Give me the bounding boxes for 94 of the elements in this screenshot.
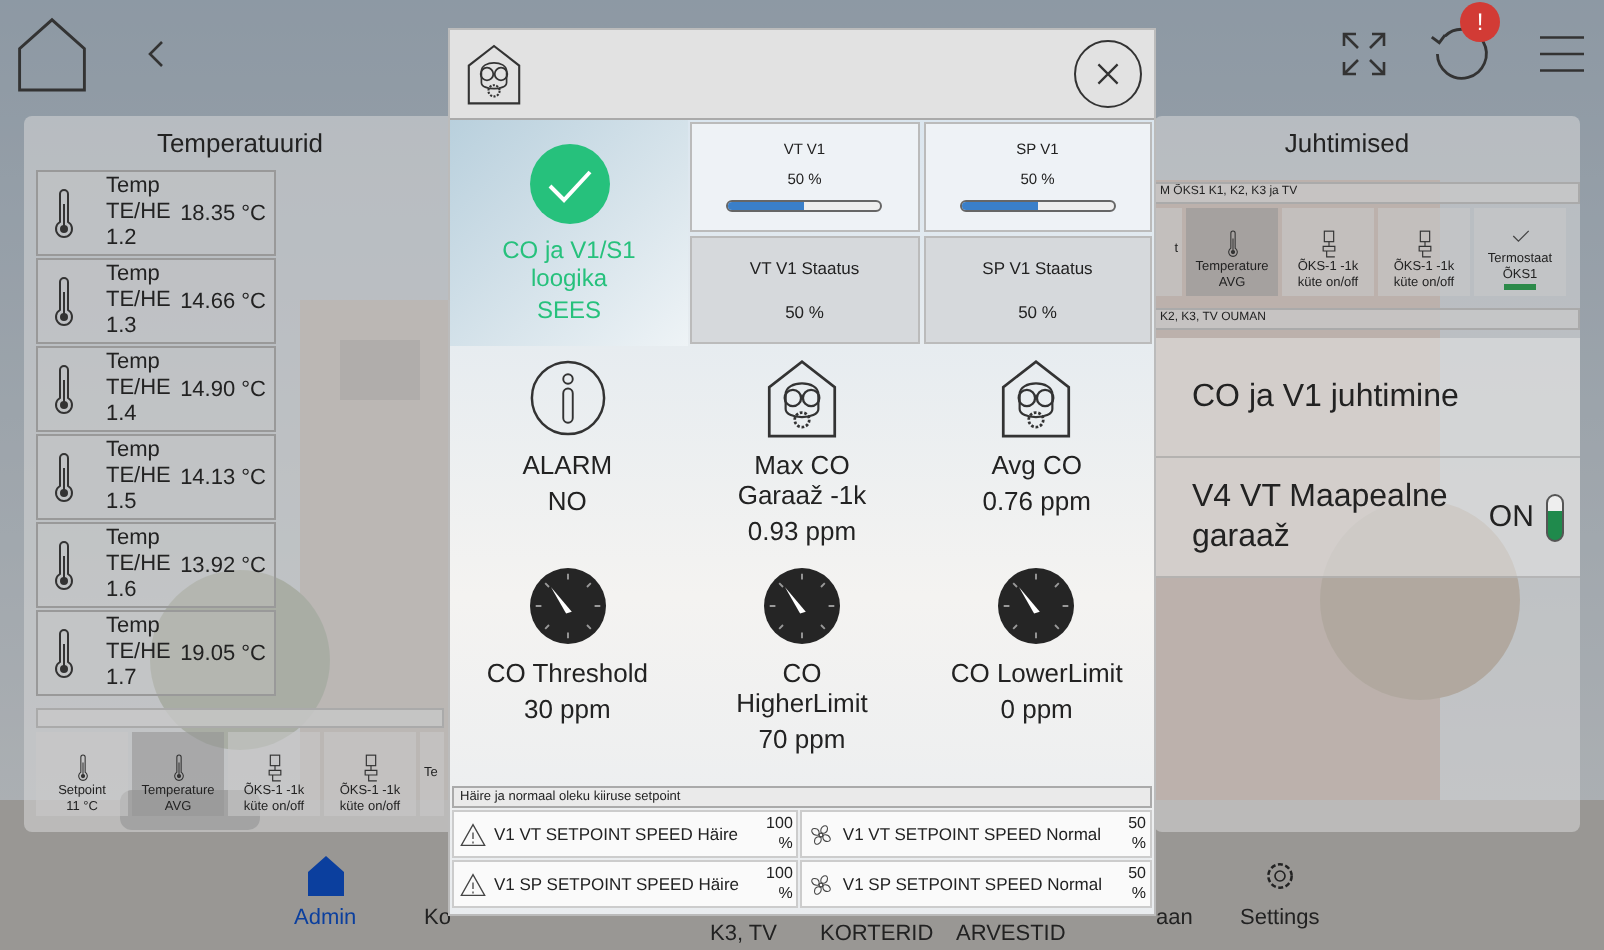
fan-icon [808,871,835,897]
speed-setting[interactable]: V1 SP SETPOINT SPEED Normal 50 % [800,860,1152,908]
sensor-tile[interactable]: Temp TE/HE 1.2 18.35 °C [36,170,276,256]
thermometer-icon [54,275,74,327]
sensor-tile[interactable]: Temp TE/HE 1.3 14.66 °C [36,258,276,344]
sensor-value: 18.35 °C [180,201,266,225]
reading-label: CO Threshold [484,658,650,688]
speed-label: V1 VT SETPOINT SPEED Normal [842,824,1102,844]
sensor-tile[interactable]: Temp TE/HE 1.7 19.05 °C [36,610,276,696]
valve-icon [1319,230,1337,258]
home-icon[interactable] [16,14,88,94]
speed-setting[interactable]: V1 SP SETPOINT SPEED Häire 100 % [452,860,799,908]
valve-icon [265,754,283,783]
slider[interactable] [726,200,883,213]
gas-mask-house-icon [466,42,522,106]
history-icon[interactable] [1428,22,1492,86]
sensor-label: Temp TE/HE 1.5 [106,438,173,516]
reading-value: 0.76 ppm [980,486,1093,516]
reading-label: Avg CO [989,450,1084,480]
gas-mask-house-icon [998,358,1075,438]
sensor-tile[interactable]: Temp TE/HE 1.5 14.13 °C [36,434,276,520]
status-bar [1504,284,1536,290]
slider[interactable] [959,200,1116,213]
info-icon [529,358,606,438]
reading-label: ALARM [520,450,615,480]
home-icon [305,854,346,898]
speed-setting[interactable]: V1 VT SETPOINT SPEED Häire 100 % [452,810,799,858]
sensor-value: 14.90 °C [180,377,266,401]
status-label: SP V1 Staatus [982,257,1093,278]
thermometer-icon [1223,230,1241,258]
reading-value: 70 ppm [756,724,848,754]
speed-label: V1 SP SETPOINT SPEED Häire [494,874,740,894]
speed-value: 50 % [1126,814,1146,854]
menu-icon[interactable] [1540,34,1584,74]
switch-state: ON [1488,500,1534,534]
nav-tab[interactable]: KORTERID [820,922,934,946]
status-value: 50 % [1018,301,1057,322]
sensor-label: Temp TE/HE 1.2 [106,174,173,252]
speed-value: 50 % [1126,864,1146,904]
gas-mask-house-icon [763,358,840,438]
reading-value: 30 ppm [521,694,613,724]
sensor-tile[interactable]: Temp TE/HE 1.6 13.92 °C [36,522,276,608]
warning-icon [460,871,486,897]
nav-tab[interactable]: Settings [1240,854,1320,930]
thermometer-icon [54,539,74,591]
gauge-icon [763,566,840,646]
speed-setting[interactable]: V1 VT SETPOINT SPEED Normal 50 % [800,810,1152,858]
reading-value: 0.93 ppm [745,516,859,546]
gauge-icon [529,566,606,646]
reading-value: 0 ppm [998,694,1075,724]
speed-label: V1 VT SETPOINT SPEED Häire [494,824,739,844]
sensor-value: 14.66 °C [180,289,266,313]
close-button[interactable] [1074,40,1142,108]
valve-icon [1415,230,1433,258]
speed-label: V1 SP SETPOINT SPEED Normal [842,874,1102,894]
gauge-icon [998,566,1075,646]
expand-icon[interactable] [1340,30,1388,78]
panel-title: Temperatuurid [154,128,326,158]
status-label: CO ja V1/S1 loogika [500,235,638,291]
control-label[interactable]: V4 VT Maapealne garaaž [1192,477,1477,557]
thermometer-icon [73,754,91,783]
thermometer-icon [169,754,187,783]
sensor-label: Temp TE/HE 1.4 [106,350,173,428]
sensor-value: 13.92 °C [180,553,266,577]
warning-icon [460,821,486,847]
panel-title: Juhtimised [1282,128,1412,158]
thermometer-icon [54,187,74,239]
status-label: VT V1 Staatus [749,257,860,278]
speed-value: 100 % [764,814,793,854]
sensor-label: Temp TE/HE 1.3 [106,262,173,340]
status-value: SEES [534,295,603,323]
reading-value: NO [545,486,589,516]
reading-label: CO HigherLimit [734,658,870,718]
close-icon [1092,58,1124,90]
back-icon[interactable] [148,40,164,68]
reading-label: CO LowerLimit [948,658,1125,688]
status-value: 50 % [785,301,824,322]
sensor-label: Temp TE/HE 1.7 [106,614,173,692]
valve-icon [361,754,379,783]
nav-tab[interactable]: Ko [424,906,451,930]
control-label[interactable]: CO ja V1 juhtimine [1192,377,1459,417]
sensor-tile[interactable]: Temp TE/HE 1.4 14.90 °C [36,346,276,432]
thermometer-icon [54,451,74,503]
speed-value: 100 % [764,864,793,904]
sensor-value: 19.05 °C [180,641,266,665]
thermometer-icon [54,363,74,415]
sensor-label: Temp TE/HE 1.6 [106,526,173,604]
nav-tab[interactable]: aan [1156,906,1193,930]
reading-label: Max CO Garaaž -1k [735,450,869,510]
sensor-value: 14.13 °C [180,465,266,489]
nav-tab[interactable]: K3, TV [710,922,777,946]
thermometer-icon [54,627,74,679]
fan-icon [808,821,835,847]
nav-tab[interactable]: ARVESTID [956,922,1066,946]
